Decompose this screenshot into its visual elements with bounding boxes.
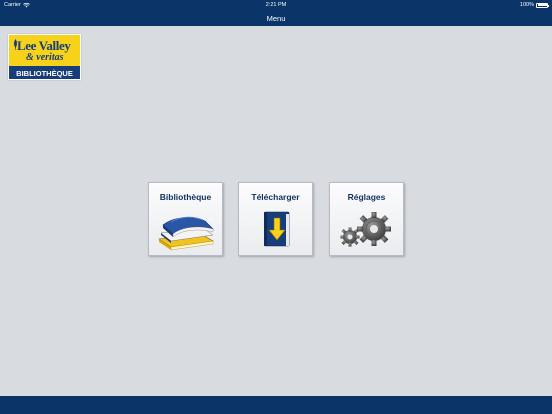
gears-icon [340, 212, 391, 247]
battery-icon [536, 2, 549, 8]
library-button-label: Bibliothèque [159, 192, 212, 202]
status-time: 2:21 PM [265, 2, 287, 8]
nav-title: Menu [266, 13, 286, 23]
logo-line2: & veritas [26, 52, 64, 63]
library-button[interactable]: Bibliothèque [148, 182, 223, 256]
logo-band: BIBLIOTHÈQUE [9, 66, 80, 79]
logo-wordmark: Lee Valley & veritas [9, 35, 80, 66]
brand-logo: Lee Valley & veritas BIBLIOTHÈQUE [8, 34, 81, 80]
logo-band-label: BIBLIOTHÈQUE [16, 68, 73, 78]
bottom-bar [0, 396, 552, 414]
books-icon [158, 216, 215, 251]
settings-button[interactable]: Réglages [329, 182, 404, 256]
download-book-icon [264, 211, 290, 247]
settings-button-label: Réglages [347, 192, 386, 202]
battery-percent: 100% [519, 2, 534, 8]
battery-fill [537, 4, 547, 6]
status-right: 100% [519, 2, 549, 8]
wifi-icon [23, 2, 30, 7]
status-bar: Carrier 2:21 PM 100% [0, 0, 552, 10]
download-button[interactable]: Télécharger [238, 182, 313, 256]
carrier-label: Carrier [4, 2, 21, 8]
status-left: Carrier [4, 2, 30, 8]
download-button-label: Télécharger [251, 192, 300, 202]
navigation-bar: Menu [0, 10, 552, 26]
